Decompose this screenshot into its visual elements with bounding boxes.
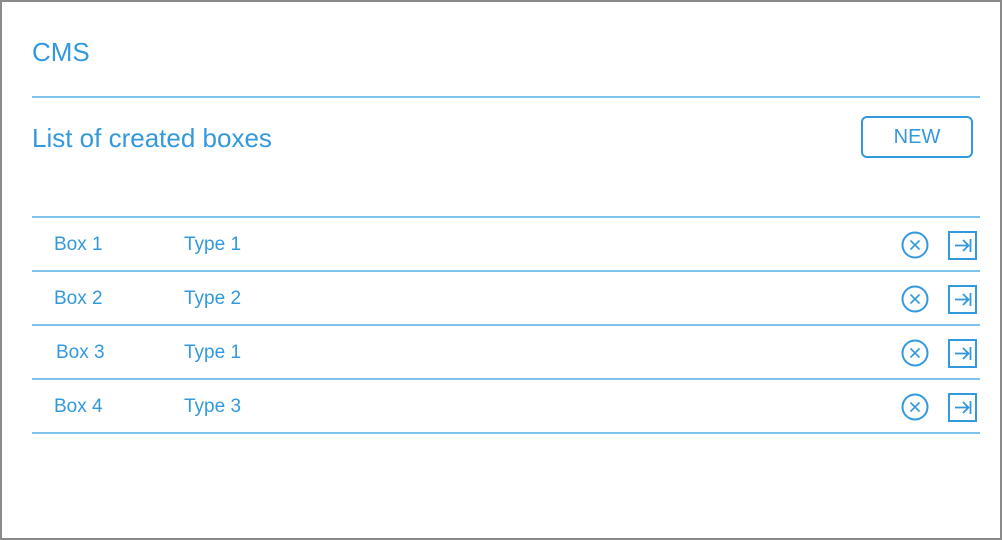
app-window: CMS List of created boxes NEW Box 1 Type… <box>0 0 1002 540</box>
arrow-right-box-icon <box>948 231 977 260</box>
box-type: Type 2 <box>184 288 242 309</box>
table-row: Box 2 Type 2 <box>32 272 980 324</box>
box-type: Type 1 <box>184 234 242 255</box>
close-circle-icon <box>901 231 929 259</box>
open-button[interactable] <box>948 285 977 314</box>
arrow-right-box-icon <box>948 285 977 314</box>
delete-button[interactable] <box>901 339 929 367</box>
box-name: Box 2 <box>54 288 103 309</box>
open-button[interactable] <box>948 231 977 260</box>
list-divider <box>32 432 980 434</box>
close-circle-icon <box>901 285 929 313</box>
box-type: Type 3 <box>184 396 242 417</box>
table-row: Box 1 Type 1 <box>32 218 980 270</box>
delete-button[interactable] <box>901 393 929 421</box>
arrow-right-box-icon <box>948 393 977 422</box>
table-row: Box 3 Type 1 <box>32 326 980 378</box>
delete-button[interactable] <box>901 231 929 259</box>
arrow-right-box-icon <box>948 339 977 368</box>
app-title: CMS <box>32 37 90 67</box>
close-circle-icon <box>901 393 929 421</box>
header-divider <box>32 96 980 98</box>
delete-button[interactable] <box>901 285 929 313</box>
box-list: Box 1 Type 1 Box 2 Type 2 Box 3 Type 1 B… <box>32 216 980 434</box>
open-button[interactable] <box>948 393 977 422</box>
box-name: Box 3 <box>56 342 105 363</box>
open-button[interactable] <box>948 339 977 368</box>
new-box-button[interactable]: NEW <box>861 116 973 158</box>
box-name: Box 4 <box>54 396 103 417</box>
close-circle-icon <box>901 339 929 367</box>
page-title: List of created boxes <box>32 123 272 153</box>
table-row: Box 4 Type 3 <box>32 380 980 432</box>
box-name: Box 1 <box>54 234 103 255</box>
box-type: Type 1 <box>184 342 242 363</box>
